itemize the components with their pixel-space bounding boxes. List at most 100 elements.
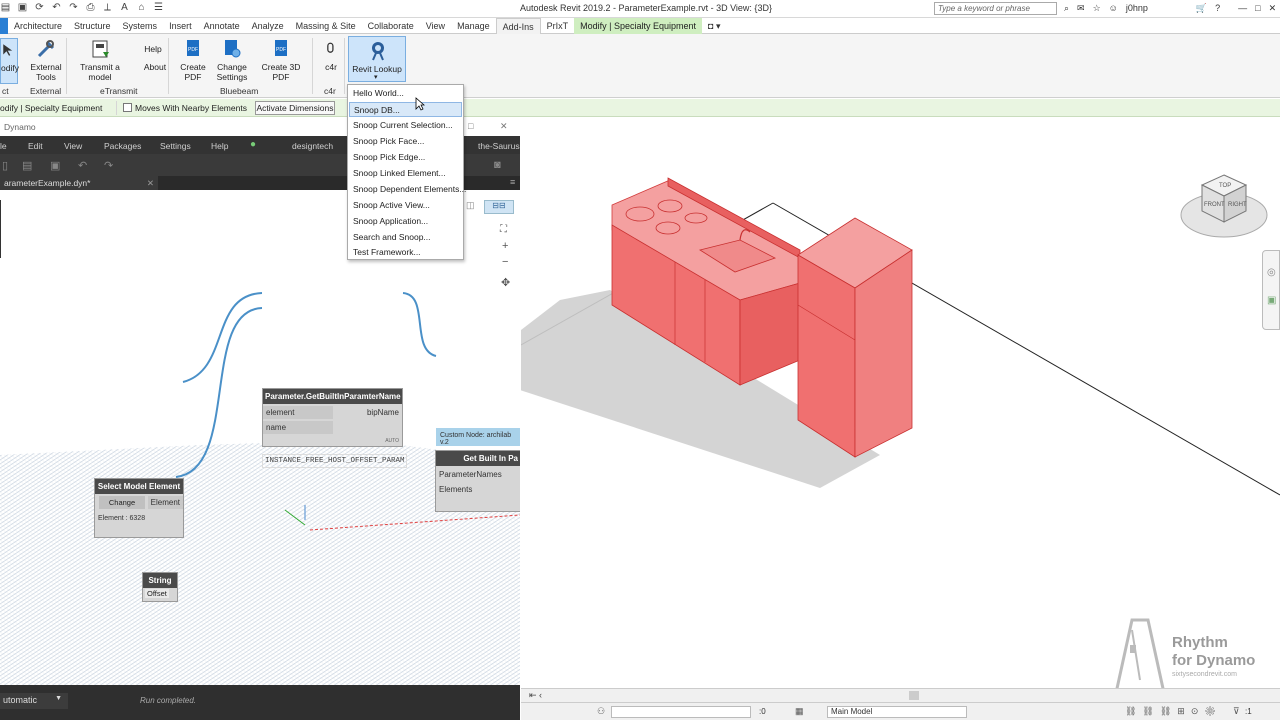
menu-item-snoop-linked-element[interactable]: Snoop Linked Element...: [349, 166, 462, 181]
zoom-out-icon[interactable]: −: [502, 256, 508, 268]
about-button[interactable]: About: [142, 62, 168, 72]
measure-icon[interactable]: ⟂: [102, 2, 113, 13]
filter-icon[interactable]: ⊽: [1233, 706, 1240, 717]
design-options-icon[interactable]: ▦: [795, 706, 804, 717]
bluebeam-panel-label[interactable]: Bluebeam: [220, 86, 258, 96]
tab-add-ins[interactable]: Add-Ins: [495, 17, 541, 34]
port-parameternames[interactable]: ParameterNames: [436, 468, 505, 481]
dynamo-close-icon[interactable]: ✕: [500, 121, 508, 132]
new-file-icon[interactable]: ▯: [2, 159, 8, 172]
minimize-icon[interactable]: —: [1238, 3, 1247, 14]
menu-item-test-framework[interactable]: Test Framework...: [349, 245, 462, 260]
menu-designtech[interactable]: designtech: [292, 141, 333, 151]
geometry-view-icon[interactable]: ◫: [466, 200, 475, 211]
zoom-icon[interactable]: ▣: [1267, 295, 1276, 306]
node-get-builtin-param-name[interactable]: Parameter.GetBuiltInParamterName element…: [262, 388, 403, 447]
modify-button[interactable]: odify: [0, 38, 19, 84]
view-cube[interactable]: TOP FRONT RIGHT: [1180, 170, 1270, 247]
maximize-icon[interactable]: □: [1255, 3, 1260, 14]
zoom-in-icon[interactable]: +: [502, 240, 508, 252]
help-button[interactable]: Help: [142, 44, 164, 54]
design-option-dropdown[interactable]: Main Model: [827, 706, 967, 718]
transmit-model-button[interactable]: Transmit a model: [68, 38, 132, 82]
menu-file[interactable]: le: [0, 141, 7, 151]
open-file-icon[interactable]: ▤: [22, 159, 32, 172]
open-icon[interactable]: ▤: [0, 2, 11, 13]
file-tab[interactable]: [0, 17, 8, 34]
tab-structure[interactable]: Structure: [68, 18, 117, 34]
dynamo-maximize-icon[interactable]: □: [468, 121, 473, 131]
print-icon[interactable]: ⎙: [85, 2, 96, 13]
3d-view-canvas[interactable]: [521, 118, 1280, 688]
port-element-out[interactable]: Element: [147, 496, 183, 509]
change-settings-button[interactable]: Change Settings: [214, 38, 250, 82]
close-icon[interactable]: ✕: [1269, 3, 1277, 14]
3d-view-icon[interactable]: ⌂: [136, 2, 147, 13]
workset-dropdown[interactable]: [611, 706, 751, 718]
save-file-icon[interactable]: ▣: [50, 159, 60, 172]
close-tab-icon[interactable]: ✕: [147, 178, 154, 189]
notification-icon[interactable]: ●: [250, 139, 256, 150]
scroll-left-icon[interactable]: ⇤ ‹: [529, 690, 542, 701]
dynamo-redo-icon[interactable]: ↷: [104, 159, 113, 172]
node-get-built-in-parameters[interactable]: Get Built In Pa ParameterNames Elements: [435, 450, 520, 512]
tab-massing-site[interactable]: Massing & Site: [290, 18, 362, 34]
menu-view[interactable]: View: [64, 141, 82, 151]
create-3d-pdf-button[interactable]: PDF Create 3D PDF: [254, 38, 308, 82]
menu-settings[interactable]: Settings: [160, 141, 191, 151]
zoom-fit-icon[interactable]: ⛶: [500, 224, 507, 235]
steering-wheel-icon[interactable]: ◎: [1267, 267, 1276, 278]
dynamo-graph-canvas[interactable]: Parameter.GetBuiltInParamterName element…: [0, 190, 520, 685]
horizontal-scrollbar[interactable]: [909, 691, 919, 700]
moves-with-checkbox[interactable]: [123, 103, 132, 112]
tab-architecture[interactable]: Architecture: [8, 18, 68, 34]
activate-dimensions-button[interactable]: Activate Dimensions: [255, 101, 335, 115]
cart-icon[interactable]: 🛒: [1196, 3, 1207, 14]
port-elements[interactable]: Elements: [436, 483, 475, 496]
tab-annotate[interactable]: Annotate: [198, 18, 246, 34]
sync-icon[interactable]: ⟳: [34, 2, 45, 13]
change-selection-button[interactable]: Change: [99, 496, 145, 509]
text-icon[interactable]: A: [119, 2, 130, 13]
dynamo-undo-icon[interactable]: ↶: [78, 159, 87, 172]
tab-manage[interactable]: Manage: [451, 18, 496, 34]
comm-center-icon[interactable]: ✉: [1077, 3, 1085, 14]
file-tab-parameterexample[interactable]: arameterExample.dyn* ✕: [0, 176, 158, 190]
external-tools-button[interactable]: External Tools: [30, 38, 62, 82]
menu-item-snoop-current-selection[interactable]: Snoop Current Selection...: [349, 118, 462, 133]
user-icon[interactable]: ☺: [1109, 3, 1118, 14]
menu-help[interactable]: Help: [211, 141, 228, 151]
run-mode-dropdown[interactable]: utomatic ▼: [0, 693, 68, 709]
menu-item-hello-world[interactable]: Hello World...: [349, 86, 462, 101]
pan-icon[interactable]: ✥: [501, 276, 510, 289]
search-input[interactable]: Type a keyword or phrase: [934, 2, 1057, 15]
menu-item-snoop-pick-face[interactable]: Snoop Pick Face...: [349, 134, 462, 149]
user-name[interactable]: j0hnp: [1126, 3, 1148, 14]
tab-view[interactable]: View: [420, 18, 451, 34]
revit-lookup-button[interactable]: Revit Lookup ▾: [348, 36, 406, 82]
c4r-button[interactable]: c4r: [320, 38, 342, 72]
tab-prixt[interactable]: PrIxT: [541, 18, 575, 34]
redo-icon[interactable]: ↷: [68, 2, 79, 13]
node-select-model-element[interactable]: Select Model Element Change Element Elem…: [94, 478, 184, 538]
navigation-bar[interactable]: ◎ ▣: [1262, 250, 1280, 330]
string-value-input[interactable]: Offset: [145, 589, 169, 598]
graph-view-icon[interactable]: ⊟⊟: [484, 200, 514, 214]
port-element[interactable]: element: [263, 406, 333, 419]
tab-collaborate[interactable]: Collaborate: [362, 18, 420, 34]
favorites-icon[interactable]: ☆: [1093, 3, 1101, 14]
screenshot-icon[interactable]: ◙: [494, 159, 501, 171]
menu-item-snoop-active-view[interactable]: Snoop Active View...: [349, 198, 462, 213]
menu-edit[interactable]: Edit: [28, 141, 43, 151]
tab-insert[interactable]: Insert: [163, 18, 198, 34]
ribbon-toggle-icon[interactable]: ◘ ▾: [702, 18, 726, 34]
node-string[interactable]: String Offset: [142, 572, 178, 602]
menu-item-snoop-application[interactable]: Snoop Application...: [349, 214, 462, 229]
undo-icon[interactable]: ↶: [51, 2, 62, 13]
tab-modify-specialty-equipment[interactable]: Modify | Specialty Equipment: [574, 17, 703, 34]
selection-filter-icons[interactable]: ⛓⛓⛓⊞⊙⚙: [1125, 706, 1222, 717]
tab-analyze[interactable]: Analyze: [246, 18, 290, 34]
port-name[interactable]: name: [263, 421, 333, 434]
save-icon[interactable]: ▣: [17, 2, 28, 13]
thin-lines-icon[interactable]: ☰: [153, 2, 164, 13]
